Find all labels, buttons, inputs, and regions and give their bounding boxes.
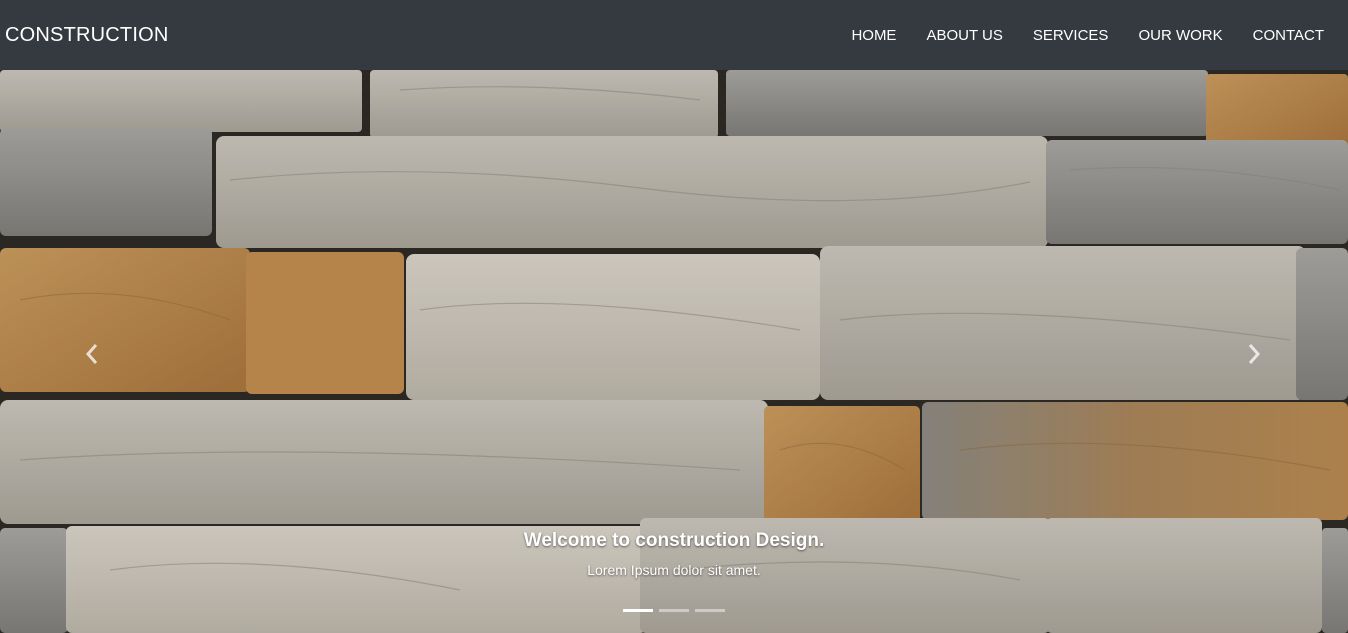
caption-text: Lorem Ipsum dolor sit amet. (587, 562, 761, 578)
top-navbar: CONSTRUCTION HOME ABOUT US SERVICES OUR … (0, 0, 1348, 70)
nav-contact[interactable]: CONTACT (1253, 27, 1324, 44)
nav-home[interactable]: HOME (851, 27, 896, 44)
caption-title: Welcome to construction Design. (523, 530, 825, 551)
chevron-left-icon (85, 344, 98, 364)
carousel-indicators (0, 609, 1348, 612)
carousel-caption: Welcome to construction Design. Lorem Ip… (0, 528, 1348, 580)
hero-carousel: Welcome to construction Design. Lorem Ip… (0, 70, 1348, 633)
carousel-indicator-1[interactable] (623, 609, 653, 612)
chevron-right-icon (1248, 344, 1261, 364)
carousel-prev-button[interactable] (78, 338, 106, 370)
nav-services[interactable]: SERVICES (1033, 27, 1109, 44)
carousel-next-button[interactable] (1240, 338, 1268, 370)
carousel-indicator-2[interactable] (659, 609, 689, 612)
nav-our-work[interactable]: OUR WORK (1138, 27, 1222, 44)
nav-menu: HOME ABOUT US SERVICES OUR WORK CONTACT (821, 27, 1324, 44)
brand-logo[interactable]: CONSTRUCTION (5, 24, 169, 47)
carousel-indicator-3[interactable] (695, 609, 725, 612)
nav-about-us[interactable]: ABOUT US (926, 27, 1002, 44)
